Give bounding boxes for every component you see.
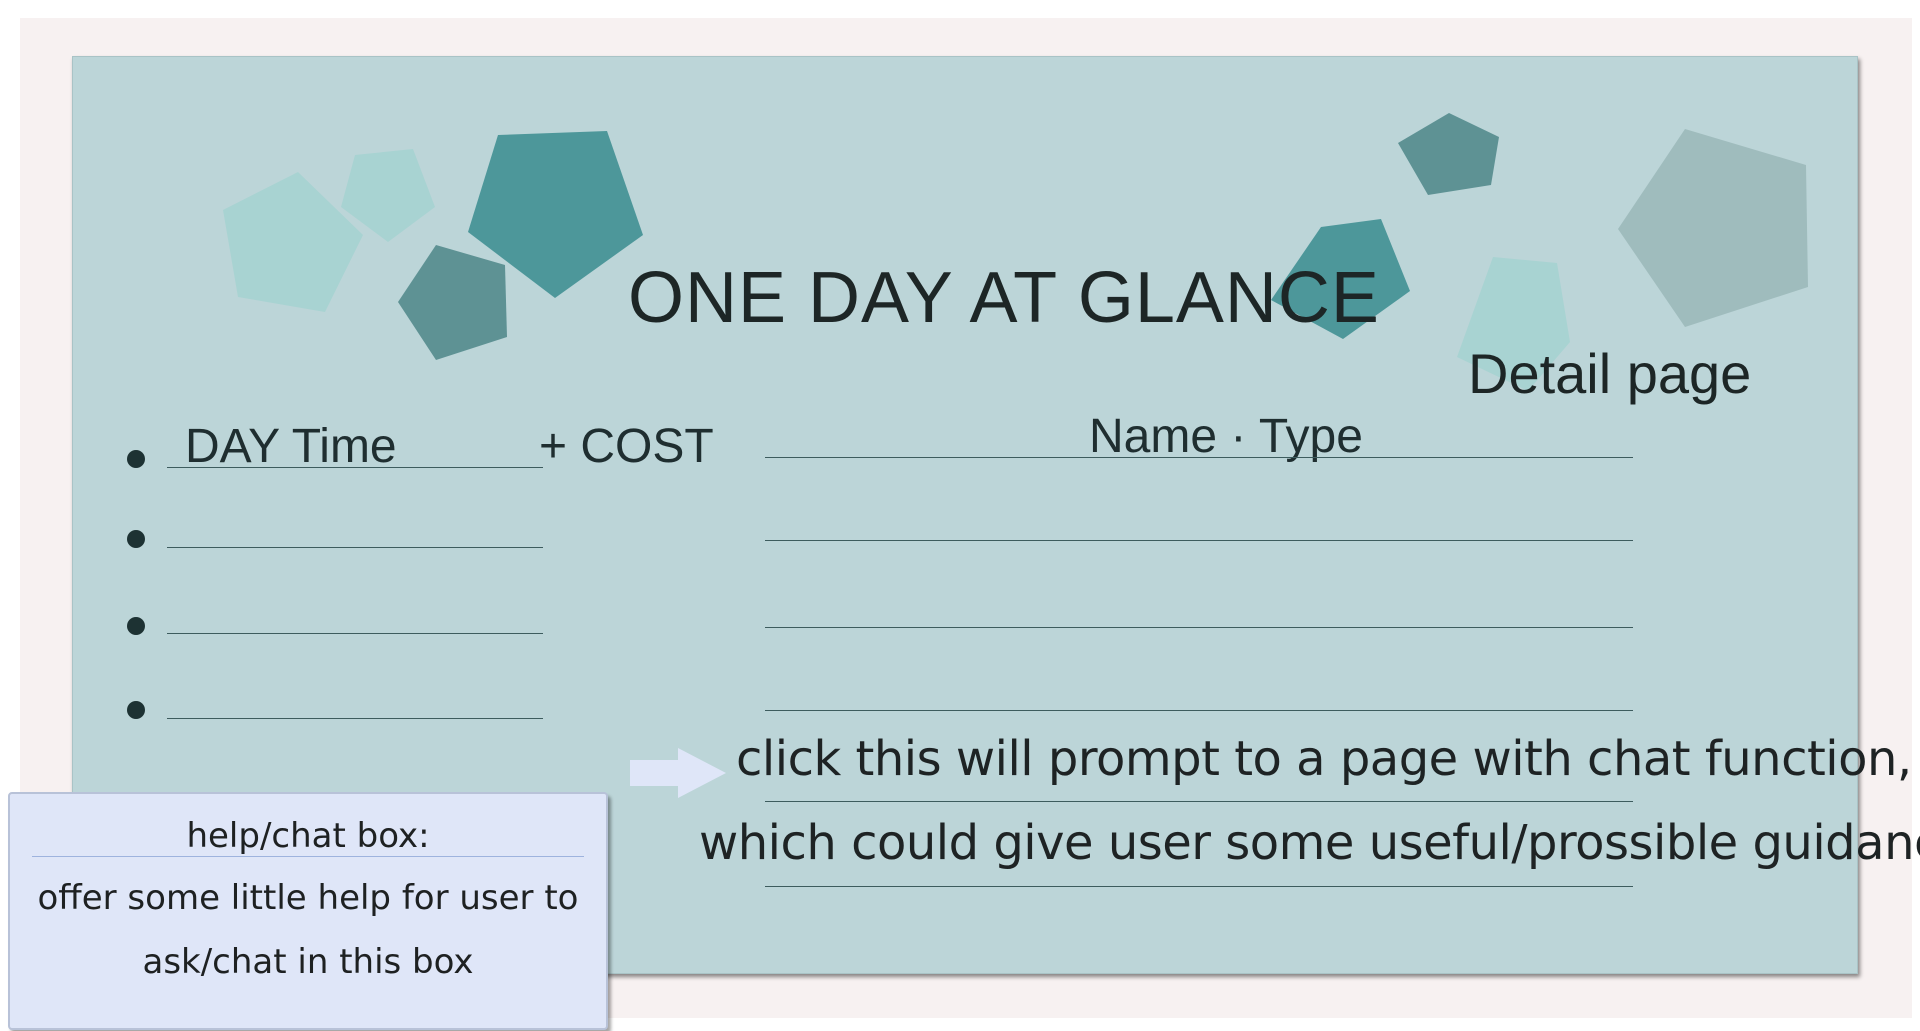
pentagon-shape [398, 245, 507, 360]
bullet-dot-icon [127, 450, 145, 468]
bullet-dot-icon [127, 617, 145, 635]
page-subtitle: Detail page [1468, 342, 1752, 405]
name-type-field[interactable] [765, 710, 1633, 711]
pentagon-shape [223, 172, 363, 312]
pentagon-shape [1398, 113, 1499, 195]
day-time-field[interactable] [167, 718, 543, 719]
help-box-divider [32, 856, 584, 857]
name-type-field[interactable] [765, 627, 1633, 628]
chat-note-line-2: which could give user some useful/prossi… [699, 815, 1920, 871]
help-box-title: help/chat box: [186, 816, 430, 856]
day-time-field[interactable] [167, 633, 543, 634]
day-time-field[interactable] [167, 467, 543, 468]
day-time-field[interactable] [167, 547, 543, 548]
name-type-field[interactable] [765, 540, 1633, 541]
help-box-line-1: offer some little help for user to [37, 878, 579, 918]
page-title: ONE DAY AT GLANCE [628, 258, 1380, 338]
note-underline [765, 886, 1633, 887]
pentagon-shape [1618, 129, 1808, 327]
help-box-line-2: ask/chat in this box [142, 942, 474, 982]
bullet-dot-icon [127, 530, 145, 548]
name-type-field[interactable] [765, 457, 1633, 458]
right-arrow-icon[interactable] [630, 748, 730, 800]
help-chat-box[interactable]: help/chat box: offer some little help fo… [8, 792, 608, 1030]
bullet-dot-icon [127, 701, 145, 719]
note-underline [765, 801, 1633, 802]
cost-label: + COST [539, 420, 714, 473]
day-time-label: DAY Time [185, 420, 397, 473]
chat-note-line-1: click this will prompt to a page with ch… [736, 731, 1912, 787]
name-type-label: Name · Type [1089, 410, 1363, 463]
